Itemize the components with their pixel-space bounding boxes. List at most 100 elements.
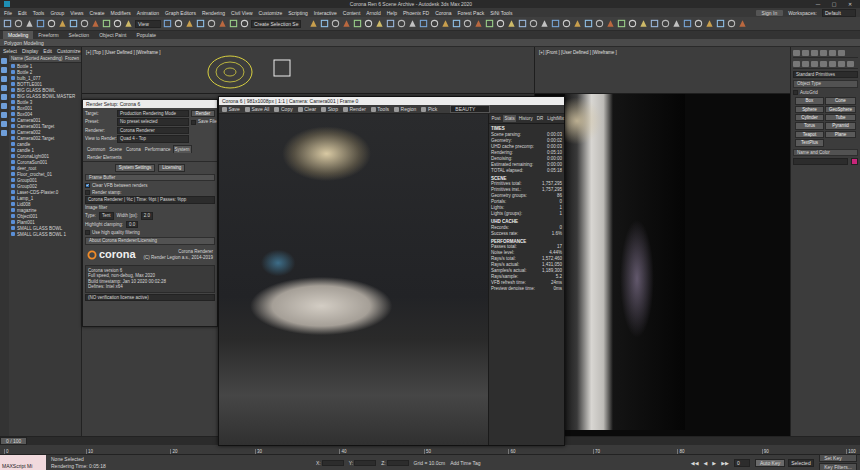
visibility-icon[interactable] xyxy=(11,106,15,110)
explorer-row[interactable]: Bottle 1 xyxy=(9,63,81,69)
filter-icon[interactable] xyxy=(1,130,7,136)
filter-icon[interactable] xyxy=(1,58,7,64)
explorer-row[interactable]: Camera002.Target xyxy=(9,135,81,141)
vfb-tool[interactable]: Region xyxy=(394,106,416,112)
menu-item[interactable]: Civil View xyxy=(231,10,253,16)
autogrid-option[interactable]: AutoGrid xyxy=(793,90,858,95)
ribbon-tab[interactable]: Modeling xyxy=(3,31,33,39)
viewport[interactable]: [+] [Top ] [User Defined ] [Wireframe ] xyxy=(82,47,534,93)
setup-tab[interactable]: System xyxy=(173,145,192,153)
tool-icon[interactable] xyxy=(683,19,692,28)
tool-icon[interactable] xyxy=(207,19,216,28)
tool-icon[interactable] xyxy=(419,19,428,28)
tool-icon[interactable] xyxy=(185,19,194,28)
explorer-row[interactable]: Camera001.Target xyxy=(9,123,81,129)
system-button[interactable]: System Settings xyxy=(115,164,156,171)
tool-icon[interactable] xyxy=(397,19,406,28)
system-button[interactable]: Licensing xyxy=(158,164,185,171)
explorer-row[interactable]: Laser-CDS-Plaster.0 xyxy=(9,189,81,195)
menu-item[interactable]: Interactive xyxy=(314,10,337,16)
tool-icon[interactable] xyxy=(196,19,205,28)
vfb-tool[interactable]: Save xyxy=(222,106,240,112)
explorer-row[interactable]: SMALL GLASS BOWL xyxy=(9,225,81,231)
visibility-icon[interactable] xyxy=(11,70,15,74)
clear-vfb-option[interactable]: Clear VFB between renders xyxy=(85,183,215,188)
tool-icon[interactable] xyxy=(229,19,238,28)
frame-field[interactable]: 0 xyxy=(734,459,750,467)
playback-button[interactable]: ◀◀ xyxy=(691,460,699,466)
explorer-menu-item[interactable]: Edit xyxy=(43,48,52,54)
menu-item[interactable]: Content xyxy=(343,10,361,16)
time-slider-thumb[interactable]: 0 / 100 xyxy=(0,437,27,445)
ribbon-tab[interactable]: Freeform xyxy=(33,31,63,39)
window-control[interactable]: ✕ xyxy=(844,1,856,7)
setup-tab[interactable]: Render Elements xyxy=(85,153,124,161)
explorer-row[interactable]: Camera002 xyxy=(9,129,81,135)
tool-icon[interactable] xyxy=(650,19,659,28)
category-icon[interactable] xyxy=(847,61,854,67)
filter-icon[interactable] xyxy=(1,94,7,100)
tool-icon[interactable] xyxy=(113,19,122,28)
tool-icon[interactable] xyxy=(540,19,549,28)
object-button[interactable]: Cone xyxy=(825,97,856,104)
sign-in-button[interactable]: Sign In xyxy=(756,10,784,16)
tool-icon[interactable] xyxy=(163,19,172,28)
tool-icon[interactable] xyxy=(617,19,626,28)
panel-tab-icon[interactable] xyxy=(820,50,827,56)
visibility-icon[interactable] xyxy=(11,148,15,152)
clear-vfb-checkbox[interactable] xyxy=(85,183,90,188)
save-file-checkbox[interactable] xyxy=(191,120,196,125)
tool-icon[interactable] xyxy=(738,19,747,28)
setup-tab[interactable]: Scene xyxy=(107,145,124,153)
visibility-icon[interactable] xyxy=(11,166,15,170)
visibility-icon[interactable] xyxy=(11,64,15,68)
filter-icon[interactable] xyxy=(1,121,7,127)
filter-icon[interactable] xyxy=(1,67,7,73)
tool-icon[interactable] xyxy=(218,19,227,28)
vfb-tool[interactable]: Tools xyxy=(371,106,389,112)
tool-icon[interactable] xyxy=(496,19,505,28)
panel-tab-icon[interactable] xyxy=(829,50,836,56)
explorer-row[interactable]: Lid008 xyxy=(9,201,81,207)
tool-icon[interactable] xyxy=(102,19,111,28)
explorer-row[interactable]: Lamp_1 xyxy=(9,195,81,201)
camera-viewport[interactable] xyxy=(535,94,790,436)
visibility-icon[interactable] xyxy=(11,226,15,230)
primitive-type-select[interactable]: Standard Primitives xyxy=(793,71,858,78)
coordinate-field[interactable]: Z: xyxy=(381,460,408,466)
tool-icon[interactable] xyxy=(353,19,362,28)
menu-item[interactable]: Rendering xyxy=(202,10,225,16)
tool-icon[interactable] xyxy=(584,19,593,28)
tool-icon[interactable] xyxy=(672,19,681,28)
visibility-icon[interactable] xyxy=(11,202,15,206)
vfb-tool[interactable]: Save All xyxy=(245,106,270,112)
menu-item[interactable]: Help xyxy=(387,10,397,16)
tool-icon[interactable] xyxy=(661,19,670,28)
category-icon[interactable] xyxy=(820,61,827,67)
rollout-header[interactable]: About Corona Renderer/Licensing xyxy=(85,237,215,244)
tool-icon[interactable] xyxy=(174,19,183,28)
tool-icon[interactable] xyxy=(375,19,384,28)
ribbon-tab[interactable]: Selection xyxy=(64,31,95,39)
tool-icon[interactable] xyxy=(14,19,23,28)
visibility-icon[interactable] xyxy=(11,82,15,86)
viewport-label[interactable]: [+] [Front ] [User Defined ] [Wireframe … xyxy=(539,50,617,55)
hq-filter-option[interactable]: Use high quality filtering xyxy=(85,230,215,235)
clamp-field[interactable]: 0.0 xyxy=(126,221,138,228)
visibility-icon[interactable] xyxy=(11,76,15,80)
panel-tab-icon[interactable] xyxy=(793,50,800,56)
filter-icon[interactable] xyxy=(1,85,7,91)
render-stamp-option[interactable]: Render stamp: xyxy=(85,190,215,195)
tool-icon[interactable] xyxy=(124,19,133,28)
field-select[interactable]: Production Rendering Mode xyxy=(117,110,189,117)
render-button[interactable]: Render xyxy=(191,110,215,117)
field-select[interactable]: Quad 4 - Top xyxy=(117,135,189,142)
stats-tab[interactable]: History xyxy=(517,115,534,122)
tool-icon[interactable] xyxy=(342,19,351,28)
view-select[interactable]: View xyxy=(135,20,161,28)
tool-icon[interactable] xyxy=(331,19,340,28)
menu-item[interactable]: Customize xyxy=(259,10,283,16)
visibility-icon[interactable] xyxy=(11,214,15,218)
field-select[interactable]: Corona Renderer xyxy=(117,127,189,134)
explorer-row[interactable]: Bottle 2 xyxy=(9,69,81,75)
